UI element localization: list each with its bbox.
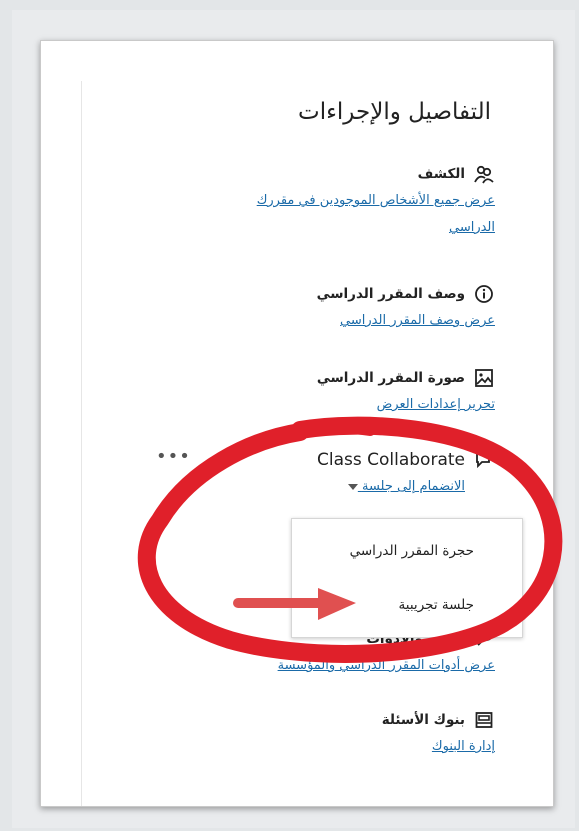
collaborate-icon — [473, 449, 495, 471]
roster-link-line2: الدراسي — [448, 220, 495, 235]
roster-heading: الكشف — [417, 166, 465, 182]
tools-link[interactable]: عرض أدوات المقرر الدراسي والمؤسسة — [278, 652, 495, 679]
panel-title: التفاصيل والإجراءات — [298, 99, 491, 125]
image-icon — [473, 367, 495, 389]
description-section: وصف المقرر الدراسي عرض وصف المقرر الدراس… — [317, 283, 495, 334]
info-icon — [473, 283, 495, 305]
collaborate-section: Class Collaborate الانضمام إلى جلسة — [317, 449, 495, 500]
image-section: صورة المقرر الدراسي تحرير إعدادات العرض — [317, 367, 495, 418]
roster-section: الكشف عرض جميع الأشخاص الموجودين في مقرر… — [257, 163, 495, 241]
question-banks-heading: بنوك الأسئلة — [381, 712, 465, 728]
description-heading: وصف المقرر الدراسي — [316, 286, 465, 302]
manage-banks-link[interactable]: إدارة البنوك — [382, 733, 495, 760]
details-actions-panel: التفاصيل والإجراءات الكشف عرض جميع الأشخ… — [40, 40, 554, 807]
divider-line — [81, 81, 82, 806]
people-icon — [473, 163, 495, 185]
menu-item-trial-session[interactable]: جلسة تجريبية — [399, 597, 474, 613]
image-settings-link[interactable]: تحرير إعدادات العرض — [317, 391, 495, 418]
join-session-link[interactable]: الانضمام إلى جلسة — [317, 473, 465, 500]
roster-link-line1: عرض جميع الأشخاص الموجودين في مقررك — [256, 193, 495, 208]
menu-item-course-room[interactable]: حجرة المقرر الدراسي — [350, 543, 474, 559]
chevron-down-icon — [347, 483, 358, 490]
join-session-label: الانضمام إلى جلسة — [361, 479, 465, 494]
join-session-menu: حجرة المقرر الدراسي جلسة تجريبية — [291, 518, 523, 638]
collaborate-heading: Class Collaborate — [317, 450, 465, 470]
question-bank-icon — [473, 709, 495, 731]
description-link[interactable]: عرض وصف المقرر الدراسي — [317, 307, 495, 334]
more-options-button[interactable]: ••• — [156, 446, 191, 467]
roster-link[interactable]: عرض جميع الأشخاص الموجودين في مقررك الدرا… — [257, 187, 495, 241]
image-heading: صورة المقرر الدراسي — [316, 370, 465, 386]
question-banks-section: بنوك الأسئلة إدارة البنوك — [382, 709, 495, 760]
